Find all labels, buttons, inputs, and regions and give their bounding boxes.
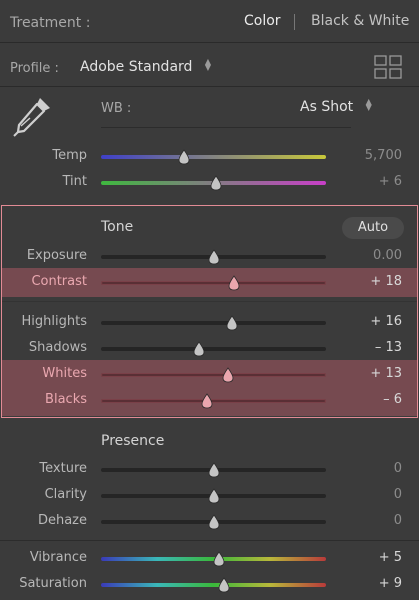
wb-value: As Shot [300, 99, 354, 115]
tint-label: Tint [62, 174, 88, 189]
dehaze-label: Dehaze [37, 513, 87, 528]
color-treatment-button[interactable]: Color [244, 13, 281, 29]
slider-row-shadows: Shadows – 13 [0, 338, 419, 360]
highlights-slider-thumb[interactable] [224, 315, 240, 331]
presence-section-title: Presence [101, 433, 165, 449]
texture-label: Texture [39, 461, 87, 476]
slider-row-contrast: Contrast + 18 [0, 272, 419, 294]
clarity-value[interactable]: 0 [322, 487, 402, 502]
dehaze-slider-thumb[interactable] [206, 514, 222, 530]
tint-value[interactable]: + 6 [322, 174, 402, 189]
contrast-label: Contrast [31, 274, 87, 289]
header-divider [0, 42, 419, 43]
slider-row-whites: Whites + 13 [0, 364, 419, 386]
slider-row-exposure: Exposure 0.00 [0, 246, 419, 268]
temp-slider-track[interactable] [101, 155, 326, 159]
grid-view-icon[interactable] [374, 55, 402, 79]
shadows-label: Shadows [28, 340, 87, 355]
shadows-value[interactable]: – 13 [322, 340, 402, 355]
texture-value[interactable]: 0 [322, 461, 402, 476]
tint-slider-thumb[interactable] [208, 175, 224, 191]
highlights-slider-track[interactable] [101, 321, 326, 325]
temp-value[interactable]: 5,700 [322, 148, 402, 163]
temp-label: Temp [52, 148, 87, 163]
saturation-value[interactable]: + 9 [322, 576, 402, 591]
profile-dropdown[interactable]: Adobe Standard ▲ ▼ [80, 57, 212, 76]
exposure-label: Exposure [26, 248, 87, 263]
saturation-slider-thumb[interactable] [216, 577, 232, 593]
profile-divider [0, 86, 419, 87]
clarity-slider-thumb[interactable] [206, 488, 222, 504]
dehaze-value[interactable]: 0 [322, 513, 402, 528]
temp-slider-thumb[interactable] [176, 149, 192, 165]
treatment-separator [294, 14, 295, 30]
texture-slider-thumb[interactable] [206, 462, 222, 478]
highlights-value[interactable]: + 16 [322, 314, 402, 329]
exposure-value[interactable]: 0.00 [322, 248, 402, 263]
tone-section-title: Tone [101, 219, 134, 235]
chevron-updown-icon: ▲ ▼ [204, 57, 212, 72]
shadows-slider-track[interactable] [101, 347, 326, 351]
tone-divider [2, 301, 417, 302]
treatment-label: Treatment : [10, 15, 91, 31]
wb-divider [101, 127, 351, 128]
blacks-label: Blacks [45, 392, 87, 407]
slider-row-texture: Texture 0 [0, 459, 419, 481]
slider-row-clarity: Clarity 0 [0, 485, 419, 507]
highlights-label: Highlights [21, 314, 87, 329]
eyedropper-icon[interactable] [10, 92, 56, 138]
slider-row-temp: Temp 5,700 [0, 146, 419, 168]
vibrance-value[interactable]: + 5 [322, 550, 402, 565]
whites-label: Whites [42, 366, 87, 381]
blacks-value[interactable]: – 6 [322, 392, 402, 407]
vibrance-slider-thumb[interactable] [211, 551, 227, 567]
wb-label: WB : [101, 101, 132, 116]
slider-row-highlights: Highlights + 16 [0, 312, 419, 334]
slider-row-tint: Tint + 6 [0, 172, 419, 194]
whites-value[interactable]: + 13 [322, 366, 402, 381]
slider-row-saturation: Saturation + 9 [0, 574, 419, 596]
profile-label: Profile : [10, 61, 59, 76]
saturation-label: Saturation [19, 576, 87, 591]
whites-slider-thumb[interactable] [220, 367, 236, 383]
vibrance-label: Vibrance [29, 550, 87, 565]
contrast-value[interactable]: + 18 [322, 274, 402, 289]
chevron-updown-icon: ▲ ▼ [365, 97, 372, 112]
saturation-slider-track[interactable] [101, 583, 326, 587]
clarity-label: Clarity [44, 487, 87, 502]
slider-row-blacks: Blacks – 6 [0, 390, 419, 412]
contrast-slider-track[interactable] [101, 281, 326, 285]
contrast-slider-thumb[interactable] [226, 275, 242, 291]
profile-value: Adobe Standard [80, 59, 193, 75]
presence-divider [0, 540, 419, 541]
auto-tone-button[interactable]: Auto [342, 217, 404, 239]
whites-slider-track[interactable] [101, 373, 326, 377]
slider-row-dehaze: Dehaze 0 [0, 511, 419, 533]
black-white-treatment-button[interactable]: Black & White [311, 13, 409, 29]
exposure-slider-thumb[interactable] [206, 249, 222, 265]
wb-dropdown[interactable]: As Shot ▲ ▼ [300, 97, 372, 116]
blacks-slider-thumb[interactable] [199, 393, 215, 409]
shadows-slider-thumb[interactable] [191, 341, 207, 357]
slider-row-vibrance: Vibrance + 5 [0, 548, 419, 570]
